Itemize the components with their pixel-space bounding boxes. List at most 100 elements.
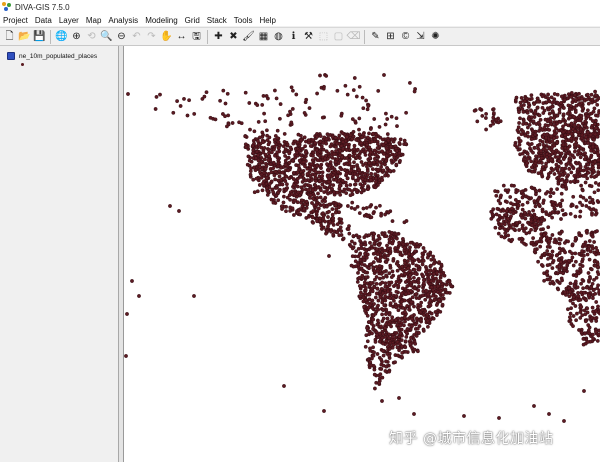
populated-place-point — [359, 266, 364, 271]
populated-place-point — [368, 150, 373, 155]
remove-layer-icon[interactable]: ✖ — [227, 30, 240, 43]
menu-project[interactable]: Project — [3, 16, 28, 25]
tools-icon[interactable]: ⚒ — [302, 30, 315, 43]
zoom-previous-icon[interactable]: ⟲ — [85, 30, 98, 43]
populated-place-point — [137, 294, 141, 298]
populated-place-point — [425, 318, 430, 323]
globe-full-extent-icon[interactable]: 🌐 — [55, 30, 68, 43]
populated-place-point — [535, 105, 540, 110]
populated-place-point — [383, 173, 387, 178]
layer-item[interactable]: ne_10m_populated_places — [0, 46, 118, 60]
menu-layer[interactable]: Layer — [59, 16, 79, 25]
populated-place-point — [585, 130, 590, 135]
menu-data[interactable]: Data — [35, 16, 52, 25]
populated-place-point — [376, 303, 380, 308]
menu-grid[interactable]: Grid — [185, 16, 200, 25]
save-icon[interactable]: 💾 — [33, 30, 46, 43]
properties-icon[interactable]: 🖌 — [242, 30, 255, 43]
select-icon[interactable]: ⬚ — [317, 30, 330, 43]
populated-place-point — [578, 162, 582, 167]
populated-place-point — [344, 148, 349, 152]
populated-place-point — [336, 178, 341, 183]
populated-place-point — [378, 295, 383, 300]
populated-place-point — [558, 237, 563, 242]
populated-place-point — [308, 193, 313, 198]
populated-place-point — [397, 141, 402, 145]
populated-place-point — [213, 117, 218, 122]
menu-modeling[interactable]: Modeling — [145, 16, 177, 25]
populated-place-point — [332, 190, 336, 195]
populated-place-point — [379, 213, 384, 218]
menu-analysis[interactable]: Analysis — [108, 16, 138, 25]
populated-place-point — [346, 227, 351, 232]
populated-place-point — [365, 339, 370, 344]
populated-place-point — [282, 132, 287, 136]
populated-place-point — [508, 195, 513, 199]
populated-place-point — [358, 238, 363, 243]
populated-place-point — [247, 101, 252, 105]
populated-place-point — [509, 183, 514, 188]
new-file-icon[interactable]: 🗋 — [3, 30, 16, 43]
populated-place-point — [533, 204, 538, 209]
redo-icon[interactable]: ↷ — [145, 30, 158, 43]
scale-icon[interactable]: ⇲ — [414, 30, 427, 43]
info-icon[interactable]: ℹ — [287, 30, 300, 43]
populated-place-point — [546, 92, 550, 97]
populated-place-point — [558, 231, 563, 236]
attribute-table-icon[interactable]: ▦ — [257, 30, 270, 43]
grid-icon[interactable]: ⊞ — [384, 30, 397, 43]
menu-help[interactable]: Help — [259, 16, 275, 25]
color-icon[interactable]: © — [399, 30, 412, 43]
populated-place-point — [403, 261, 407, 266]
populated-place-point — [299, 153, 304, 158]
populated-place-point — [484, 112, 488, 116]
populated-place-point — [562, 171, 567, 176]
populated-place-point — [525, 151, 530, 156]
menu-tools[interactable]: Tools — [234, 16, 253, 25]
populated-place-point — [585, 141, 590, 146]
populated-place-point — [304, 215, 309, 220]
populated-place-point — [332, 167, 337, 172]
select-rectangle-icon[interactable]: ▢ — [332, 30, 345, 43]
measure-icon[interactable]: ↔ — [175, 30, 188, 43]
populated-place-point — [384, 338, 389, 343]
populated-place-point — [557, 281, 562, 286]
populated-place-point — [354, 188, 359, 192]
clear-selection-icon[interactable]: ⌫ — [346, 30, 360, 43]
populated-place-point — [572, 115, 577, 119]
populated-place-point — [291, 213, 296, 217]
populated-place-point — [431, 287, 435, 292]
zoom-layer-icon[interactable]: 🔍 — [100, 30, 113, 43]
menu-map[interactable]: Map — [86, 16, 102, 25]
sun-icon[interactable]: ✺ — [429, 30, 442, 43]
populated-places-map[interactable] — [124, 46, 600, 462]
map-canvas[interactable] — [124, 46, 600, 462]
open-folder-icon[interactable]: 📂 — [18, 30, 31, 43]
populated-place-point — [505, 228, 510, 233]
populated-place-point — [567, 315, 572, 320]
populated-place-point — [295, 170, 300, 175]
populated-place-point — [593, 99, 598, 104]
populated-place-point — [541, 143, 546, 148]
populated-place-point — [416, 244, 421, 249]
populated-place-point — [527, 168, 532, 173]
undo-icon[interactable]: ↶ — [130, 30, 143, 43]
populated-place-point — [403, 349, 408, 354]
populated-place-point — [447, 290, 452, 295]
layer-visibility-checkbox[interactable] — [7, 52, 15, 60]
zoom-in-icon[interactable]: ⊕ — [70, 30, 83, 43]
populated-place-point — [572, 284, 577, 289]
zoom-out-icon[interactable]: ⊖ — [115, 30, 128, 43]
populated-place-point — [383, 111, 388, 116]
populated-place-point — [568, 289, 573, 294]
populated-place-point — [440, 293, 445, 297]
identify-globe-icon[interactable]: ◍ — [272, 30, 285, 43]
export-map-icon[interactable]: 🖫 — [190, 30, 203, 43]
populated-place-point — [519, 96, 524, 100]
populated-place-point — [571, 295, 576, 300]
populated-place-point — [581, 290, 586, 295]
add-layer-icon[interactable]: ✚ — [212, 30, 225, 43]
point-tool-icon[interactable]: ✎ — [369, 30, 382, 43]
pan-hand-icon[interactable]: ✋ — [160, 30, 173, 43]
menu-stack[interactable]: Stack — [207, 16, 227, 25]
